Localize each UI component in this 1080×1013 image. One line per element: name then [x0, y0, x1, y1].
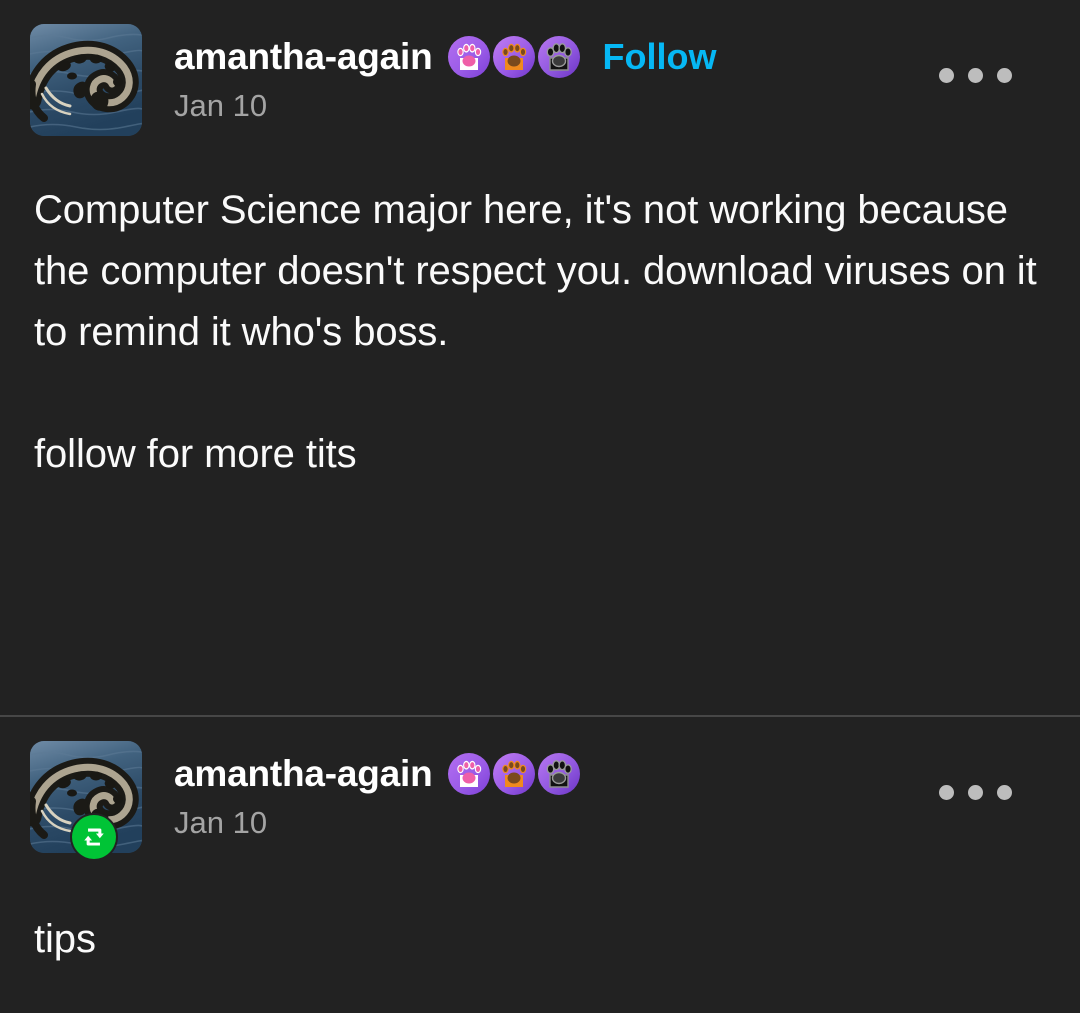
name-row: amantha-again	[174, 751, 581, 797]
avatar-wrap	[30, 24, 142, 136]
dot	[997, 785, 1012, 800]
dot	[968, 68, 983, 83]
white-paw-badge[interactable]	[447, 752, 491, 796]
post-paragraph: Computer Science major here, it's not wo…	[34, 188, 1037, 354]
overflow-menu-icon[interactable]	[933, 777, 1018, 808]
overflow-menu-icon[interactable]	[933, 60, 1018, 91]
avatar[interactable]	[30, 24, 142, 136]
post-header: amantha-again	[30, 24, 1050, 136]
post-feed: amantha-again Follow Jan 10 Computer Sci…	[0, 0, 1080, 1013]
post-original: amantha-again Follow Jan 10 Computer Sci…	[0, 0, 1080, 715]
badge-group	[447, 752, 581, 796]
post-body: Computer Science major here, it's not wo…	[30, 180, 1050, 485]
black-paw-badge[interactable]	[537, 752, 581, 796]
badge-group	[447, 35, 581, 79]
name-row: amantha-again	[174, 34, 717, 80]
username[interactable]: amantha-again	[174, 751, 433, 797]
white-paw-badge[interactable]	[447, 35, 491, 79]
post-header: amantha-again	[30, 741, 1050, 859]
post-meta: amantha-again	[174, 741, 581, 845]
post-body: tips	[30, 909, 1050, 970]
post-paragraph: follow for more tits	[34, 432, 357, 477]
post-paragraph: tips	[34, 917, 96, 961]
orange-paw-badge[interactable]	[492, 752, 536, 796]
post-reblog: amantha-again Jan 10 tips	[0, 717, 1080, 970]
post-timestamp: Jan 10	[174, 805, 268, 840]
dot	[968, 785, 983, 800]
post-meta: amantha-again	[174, 24, 717, 128]
dot	[939, 68, 954, 83]
black-paw-badge[interactable]	[537, 35, 581, 79]
dot	[939, 785, 954, 800]
username[interactable]: amantha-again	[174, 34, 433, 80]
post-timestamp: Jan 10	[174, 88, 268, 123]
avatar-wrap	[30, 741, 142, 859]
dot	[997, 68, 1012, 83]
follow-button[interactable]: Follow	[603, 34, 717, 80]
reblog-icon	[72, 815, 116, 859]
orange-paw-badge[interactable]	[492, 35, 536, 79]
